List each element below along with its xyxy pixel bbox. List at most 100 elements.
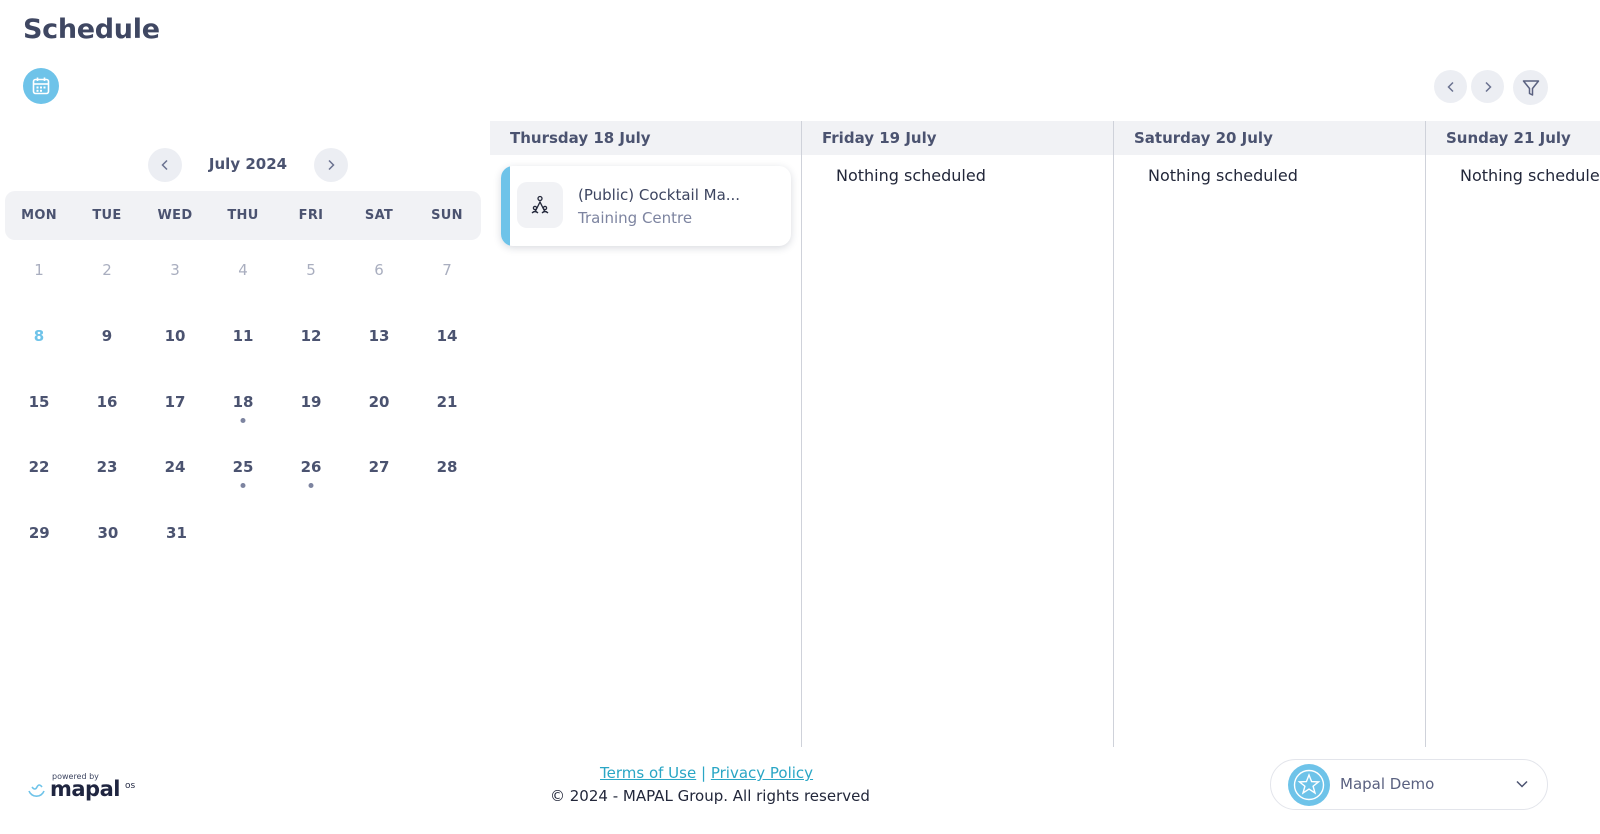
calendar-day-number: 29	[28, 524, 50, 542]
calendar-day[interactable]: 9	[73, 306, 141, 366]
star-icon	[1293, 769, 1325, 801]
weekday-header: MON TUE WED THU FRI SAT SUN	[5, 191, 481, 240]
calendar-view-button[interactable]	[23, 68, 59, 104]
calendar-day-number: 2	[102, 261, 112, 279]
calendar-day[interactable]: 15	[5, 372, 73, 432]
calendar-day[interactable]: 29	[5, 503, 74, 563]
calendar-week-row: 15 16 17 18 19 20 21	[5, 372, 481, 432]
brand-name: mapal	[50, 777, 120, 801]
calendar-day-number: 21	[436, 393, 458, 411]
next-month-button[interactable]	[314, 148, 348, 182]
calendar-day-number: 25	[232, 458, 254, 476]
calendar-day-number: 19	[300, 393, 322, 411]
calendar-day[interactable]: 17	[141, 372, 209, 432]
calendar-day-number: 30	[97, 524, 119, 542]
calendar-day[interactable]: 1	[5, 240, 73, 300]
calendar-day[interactable]: 7	[413, 240, 481, 300]
calendar-day[interactable]: 20	[345, 372, 413, 432]
calendar-day[interactable]: 5	[277, 240, 345, 300]
calendar-day[interactable]: 22	[5, 437, 73, 497]
schedule-week-view: Thursday 18 July (Public) Cocktail Ma...…	[490, 121, 1600, 747]
calendar-day-number: 7	[442, 261, 452, 279]
day-column: Saturday 20 July Nothing scheduled	[1114, 121, 1426, 747]
filter-button[interactable]	[1513, 70, 1548, 105]
page-title: Schedule	[23, 14, 160, 45]
calendar-week-row: 1 2 3 4 5 6 7	[5, 240, 481, 300]
calendar-day[interactable]: 26	[277, 437, 345, 497]
chevron-left-icon	[161, 159, 168, 171]
calendar-day[interactable]: 25	[209, 437, 277, 497]
calendar-day-number: 11	[232, 327, 254, 345]
calendar-day[interactable]: 27	[345, 437, 413, 497]
calendar-day-number: 14	[436, 327, 458, 345]
avatar	[1288, 764, 1330, 806]
calendar-day-number: 20	[368, 393, 390, 411]
calendar-day-number: 13	[368, 327, 390, 345]
calendar-day[interactable]: 23	[73, 437, 141, 497]
event-indicator-dot	[240, 483, 246, 488]
calendar-day-number: 18	[232, 393, 254, 411]
previous-month-button[interactable]	[148, 148, 182, 182]
calendar-day[interactable]: 18	[209, 372, 277, 432]
calendar-day-number: 5	[306, 261, 316, 279]
day-column-header: Sunday 21 July	[1426, 121, 1600, 155]
calendar-day[interactable]: 4	[209, 240, 277, 300]
day-column-header: Saturday 20 July	[1114, 121, 1426, 155]
day-column: Friday 19 July Nothing scheduled	[802, 121, 1114, 747]
event-location: Training Centre	[578, 209, 693, 227]
mapal-logo-icon	[28, 784, 45, 797]
footer-links: Terms of Use | Privacy Policy	[600, 764, 813, 782]
calendar-day-number: 17	[164, 393, 186, 411]
weekday-label: TUE	[92, 208, 122, 223]
account-name: Mapal Demo	[1340, 775, 1435, 793]
calendar-day[interactable]: 19	[277, 372, 345, 432]
calendar-day-number: 4	[238, 261, 248, 279]
calendar-day-number: 10	[164, 327, 186, 345]
calendar-day-number: 15	[28, 393, 50, 411]
calendar-day[interactable]: 16	[73, 372, 141, 432]
calendar-day[interactable]: 24	[141, 437, 209, 497]
account-menu[interactable]: Mapal Demo	[1270, 759, 1548, 810]
calendar-day[interactable]: 30	[74, 503, 143, 563]
weekday-label: SUN	[431, 208, 463, 223]
calendar-day[interactable]: 31	[142, 503, 211, 563]
calendar-day[interactable]: 3	[141, 240, 209, 300]
link-separator: |	[700, 764, 707, 782]
calendar-day[interactable]: 12	[277, 306, 345, 366]
event-card[interactable]: (Public) Cocktail Ma... Training Centre	[501, 166, 791, 246]
copyright-text: © 2024 - MAPAL Group. All rights reserve…	[550, 787, 870, 805]
weekday-label: MON	[21, 208, 57, 223]
day-column-header: Friday 19 July	[802, 121, 1114, 155]
calendar-week-row: 22 23 24 25 26 27 28	[5, 437, 481, 497]
empty-day-text: Nothing scheduled	[1460, 166, 1600, 185]
calendar-day-number: 9	[101, 327, 113, 345]
calendar-day[interactable]: 21	[413, 372, 481, 432]
calendar-day-number: 24	[164, 458, 186, 476]
calendar-day-number: 16	[96, 393, 118, 411]
privacy-policy-link[interactable]: Privacy Policy	[711, 764, 813, 782]
day-column: Thursday 18 July (Public) Cocktail Ma...…	[490, 121, 802, 747]
calendar-week-row: 29 30 31	[5, 503, 481, 563]
chevron-down-icon	[1516, 780, 1528, 788]
calendar-day[interactable]: 28	[413, 437, 481, 497]
event-accent-bar	[501, 166, 510, 246]
calendar-day[interactable]: 2	[73, 240, 141, 300]
calendar-day[interactable]: 8	[5, 306, 73, 366]
calendar-day[interactable]: 11	[209, 306, 277, 366]
calendar-day[interactable]: 14	[413, 306, 481, 366]
calendar-day-number: 12	[300, 327, 322, 345]
event-title: (Public) Cocktail Ma...	[578, 186, 741, 204]
terms-of-use-link[interactable]: Terms of Use	[600, 764, 696, 782]
week-navigation	[1434, 70, 1504, 103]
filter-icon	[1522, 79, 1539, 96]
calendar-day-number: 6	[374, 261, 384, 279]
calendar-day-number: 3	[170, 261, 180, 279]
previous-week-button[interactable]	[1434, 70, 1467, 103]
weekday-label: WED	[157, 208, 193, 223]
calendar-day[interactable]: 6	[345, 240, 413, 300]
next-week-button[interactable]	[1471, 70, 1504, 103]
calendar-day-number: 28	[436, 458, 458, 476]
calendar-day[interactable]: 13	[345, 306, 413, 366]
month-navigation: July 2024	[148, 148, 348, 182]
calendar-day[interactable]: 10	[141, 306, 209, 366]
